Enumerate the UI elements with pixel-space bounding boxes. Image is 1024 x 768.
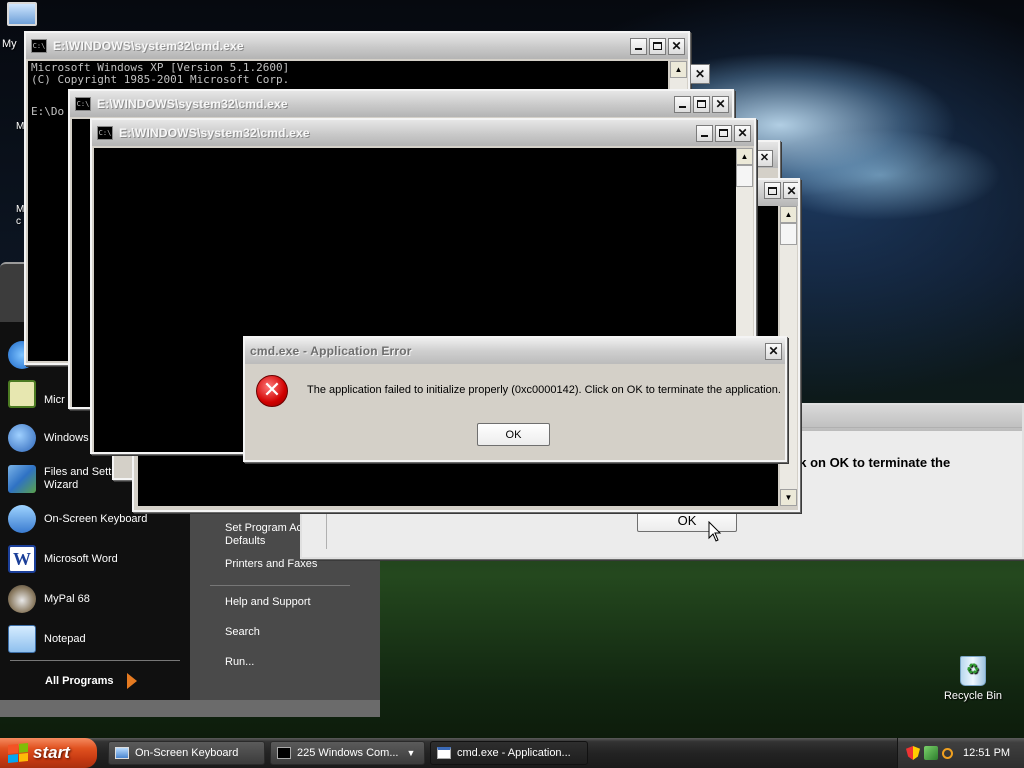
clock[interactable]: 12:51 PM	[963, 747, 1010, 759]
maximize-icon[interactable]	[649, 37, 666, 55]
cmd-window-close-fragment[interactable]: ✕	[688, 64, 710, 84]
start-menu-item-search[interactable]: Search	[225, 626, 260, 639]
taskbar-button-label: 225 Windows Com...	[297, 747, 399, 759]
close-icon[interactable]: ✕	[765, 342, 782, 360]
start-menu-item-label: Set Program Ac	[225, 522, 303, 534]
start-menu-separator	[210, 585, 350, 586]
window-icon	[437, 747, 451, 759]
start-menu-item-label: On-Screen Keyboard	[44, 512, 148, 525]
outlook-icon	[8, 380, 36, 408]
start-menu-item-run[interactable]: Run...	[225, 656, 254, 669]
start-menu-item-set-program-access[interactable]: Set Program Ac Defaults	[225, 522, 302, 548]
start-menu-item-label: Files and Setti	[44, 466, 114, 478]
window-title: E:\WINDOWS\system32\cmd.exe	[53, 39, 244, 53]
start-menu-item-label: Windows	[44, 431, 89, 444]
keyboard-icon	[8, 505, 36, 533]
network-icon[interactable]	[924, 746, 938, 760]
start-menu-item-label: MyPal 68	[44, 592, 90, 605]
recycle-bin[interactable]: Recycle Bin	[938, 656, 1008, 702]
scroll-up-icon[interactable]: ▲	[780, 206, 797, 223]
close-icon[interactable]: ✕	[668, 37, 685, 55]
maximize-icon[interactable]	[693, 95, 710, 113]
recycle-bin-label: Recycle Bin	[943, 690, 1003, 702]
start-menu-item-printers[interactable]: Printers and Faxes	[225, 558, 317, 571]
window-title: E:\WINDOWS\system32\cmd.exe	[97, 97, 288, 111]
computer-icon	[7, 2, 37, 26]
error-icon: ✕	[256, 375, 288, 407]
taskbar-button-label: cmd.exe - Application...	[457, 747, 571, 759]
search-icon[interactable]	[942, 747, 953, 759]
start-menu-item-label: Micr	[44, 393, 65, 406]
start-menu-item-label: Wizard	[44, 479, 79, 491]
error-dialog-titlebar[interactable]: cmd.exe - Application Error ✕	[245, 338, 785, 364]
maximize-icon[interactable]	[764, 182, 781, 199]
ok-button[interactable]: OK	[477, 423, 550, 446]
cmd-window-titlebar[interactable]: C:\ E:\WINDOWS\system32\cmd.exe ✕	[92, 120, 754, 146]
maximize-icon[interactable]	[715, 124, 732, 142]
close-icon[interactable]: ✕	[783, 182, 798, 199]
scroll-up-icon[interactable]: ▲	[670, 61, 687, 78]
close-icon[interactable]: ✕	[712, 95, 729, 113]
scroll-down-icon[interactable]: ▼	[780, 489, 797, 506]
system-tray: 12:51 PM	[897, 738, 1024, 768]
close-icon: ✕	[690, 64, 710, 84]
error-message: The application failed to initialize pro…	[307, 384, 781, 396]
cmd-window-titlebar[interactable]: C:\ E:\WINDOWS\system32\cmd.exe ✕	[26, 33, 688, 59]
cmd-icon: C:\	[97, 126, 113, 140]
console-line: (C) Copyright 1985-2001 Microsoft Corp.	[31, 73, 290, 86]
all-programs-button[interactable]: All Programs	[45, 673, 138, 689]
start-menu-item-label: Notepad	[44, 632, 86, 645]
start-menu-item-microsoft-word[interactable]: W Microsoft Word	[8, 541, 186, 577]
notepad-icon	[8, 625, 36, 653]
start-menu-item-help[interactable]: Help and Support	[225, 596, 311, 609]
background-dialog-message: ck on OK to terminate the	[792, 455, 951, 470]
word-icon: W	[8, 545, 36, 573]
start-menu-footer	[0, 700, 380, 717]
cmd-icon	[277, 747, 291, 759]
mypal-icon	[8, 585, 36, 613]
start-label: start	[33, 743, 70, 762]
start-menu-item-mypal[interactable]: MyPal 68	[8, 581, 186, 617]
transfer-wizard-icon	[8, 465, 36, 493]
chevron-down-icon: ▼	[406, 748, 416, 758]
arrow-right-icon	[127, 673, 138, 689]
cmd-icon: C:\	[31, 39, 47, 53]
taskbar-button-label: On-Screen Keyboard	[135, 747, 239, 759]
taskbar-button-cmd-group[interactable]: 225 Windows Com... ▼	[270, 741, 425, 765]
taskbar-button-on-screen-keyboard[interactable]: On-Screen Keyboard	[108, 741, 265, 765]
dialog-title: cmd.exe - Application Error	[250, 344, 412, 358]
start-menu-item-label-wrap: Files and Setti Wizard	[44, 466, 114, 492]
close-button[interactable]: ✕	[754, 150, 773, 167]
cmd-window-titlebar[interactable]: C:\ E:\WINDOWS\system32\cmd.exe ✕	[70, 91, 732, 117]
scroll-thumb[interactable]	[780, 223, 797, 245]
minimize-icon[interactable]	[674, 95, 691, 113]
cmd-icon: C:\	[75, 97, 91, 111]
scroll-thumb[interactable]	[736, 165, 753, 187]
desktop-icon-label-fragment: c	[16, 216, 21, 227]
scroll-up-icon[interactable]: ▲	[736, 148, 753, 165]
mouse-cursor-icon	[708, 521, 722, 542]
close-icon: ✕	[756, 150, 773, 167]
start-menu-separator	[10, 660, 180, 661]
window-controls: ✕	[762, 182, 798, 199]
windows-logo-icon	[8, 742, 28, 764]
minimize-icon[interactable]	[630, 37, 647, 55]
keyboard-icon	[115, 747, 129, 759]
start-menu-item-label: Defaults	[225, 535, 266, 547]
close-icon[interactable]: ✕	[734, 124, 751, 142]
all-programs-label: All Programs	[45, 675, 114, 687]
start-button[interactable]: start	[0, 738, 97, 768]
minimize-icon[interactable]	[696, 124, 713, 142]
window-title: E:\WINDOWS\system32\cmd.exe	[119, 126, 310, 140]
security-shield-icon[interactable]	[906, 746, 920, 760]
taskbar-button-application-error[interactable]: cmd.exe - Application...	[430, 741, 588, 765]
recycle-bin-icon	[960, 656, 986, 686]
start-menu-item-notepad[interactable]: Notepad	[8, 621, 186, 657]
media-player-icon	[8, 424, 36, 452]
start-menu-item-label: Microsoft Word	[44, 552, 118, 565]
